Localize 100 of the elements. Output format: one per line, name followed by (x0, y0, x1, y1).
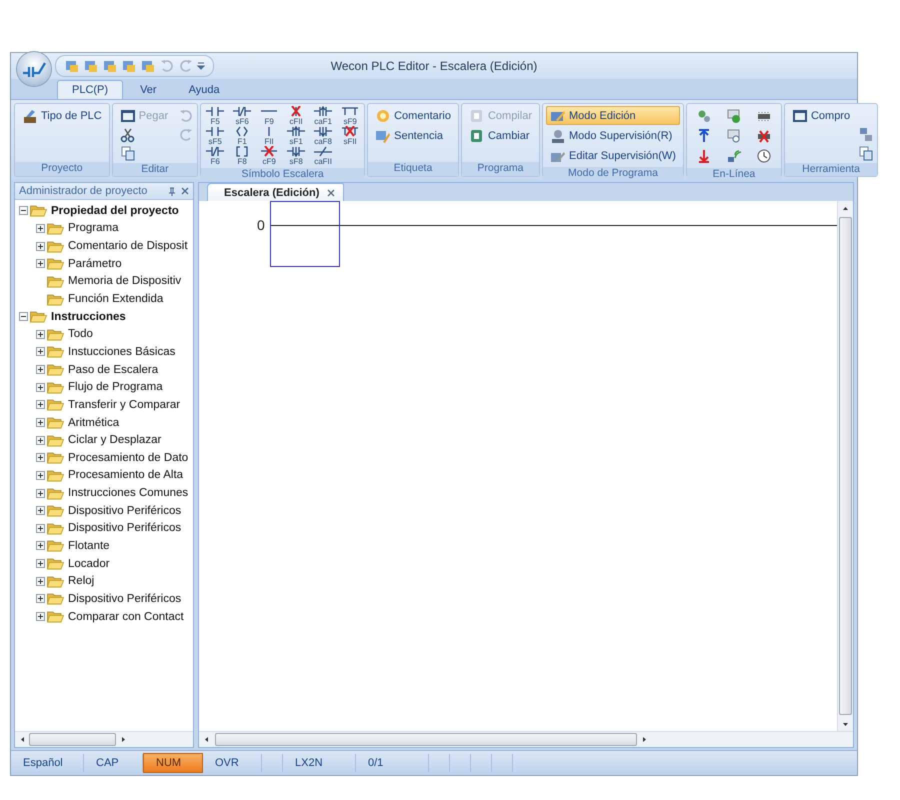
ribbon-button[interactable]: Cambiar (464, 126, 536, 145)
document-tab[interactable]: Escalera (Edición) (207, 183, 344, 201)
vertical-scrollbar[interactable] (837, 201, 853, 731)
expand-icon[interactable] (36, 488, 45, 498)
horizontal-scrollbar[interactable] (199, 731, 853, 747)
ribbon-button[interactable]: Sentencia (371, 126, 455, 145)
ladder-symbol-button[interactable]: caFII (312, 146, 334, 166)
tree-item[interactable]: Instrucciones Comunes (68, 487, 188, 500)
tree-item[interactable]: Transferir y Comparar (68, 398, 180, 411)
ladder-symbol-button[interactable]: sF5 (204, 126, 226, 146)
ribbon-button[interactable]: Compro (788, 106, 854, 125)
expand-icon[interactable] (36, 436, 45, 445)
expand-icon[interactable] (36, 612, 45, 622)
expand-icon[interactable] (36, 506, 45, 516)
tree-item[interactable]: Procesamiento de Alta (68, 469, 184, 482)
tree-item[interactable]: Dispositivo Periféricos (68, 592, 182, 605)
ladder-symbol-button[interactable]: caF8 (312, 126, 334, 146)
signal-icon[interactable] (726, 148, 742, 164)
ladder-symbol-button[interactable]: F6 (204, 146, 226, 166)
ladder-symbol-button[interactable]: sF6 (231, 106, 254, 126)
tree-item[interactable]: Paso de Escalera (68, 364, 158, 376)
ladder-symbol-button[interactable]: cF9 (258, 146, 280, 166)
expand-icon[interactable] (36, 382, 45, 392)
tree-item[interactable]: Función Extendida (68, 293, 164, 306)
ribbon-button[interactable]: Editar Supervisión(W) (546, 146, 680, 165)
group-label: Herramienta (784, 163, 878, 176)
ladder-symbol-button[interactable]: FII (258, 126, 280, 146)
status-text: LX2N (283, 754, 356, 772)
tree-item[interactable]: Instrucciones (51, 310, 126, 323)
scissors-icon[interactable] (120, 127, 136, 143)
tree-item[interactable]: Locador (68, 558, 110, 570)
expand-icon[interactable] (36, 259, 45, 268)
tree-item[interactable]: Dispositivo Periféricos (68, 522, 182, 534)
ladder-symbol-button[interactable]: cFII (285, 106, 308, 126)
expand-icon[interactable] (36, 365, 45, 374)
close-icon[interactable] (327, 188, 336, 196)
ladder-symbol-button[interactable]: F5 (204, 106, 226, 126)
tree-item[interactable]: Programa (68, 222, 118, 234)
ribbon-button[interactable]: Comentario (371, 106, 455, 125)
ladder-symbol-button[interactable]: sFII (339, 126, 362, 146)
ribbon-button[interactable]: Modo Supervisión(R) (546, 126, 680, 145)
expand-icon[interactable] (36, 559, 45, 568)
group-label: En-Línea (686, 168, 781, 180)
expand-icon[interactable] (36, 224, 45, 233)
ribbon-tab[interactable]: Ayuda (174, 80, 235, 99)
ladder-symbol-button[interactable]: F8 (231, 146, 254, 166)
clock-icon[interactable] (756, 148, 772, 164)
expand-icon[interactable] (36, 347, 45, 356)
tree-item[interactable]: Procesamiento de Dato (68, 452, 188, 464)
tree-item[interactable]: Flujo de Programa (68, 381, 163, 394)
expand-icon[interactable] (36, 524, 45, 533)
chip-delete-icon[interactable] (756, 128, 772, 144)
ladder-symbol-button[interactable]: sF9 (339, 106, 362, 126)
tree-item[interactable]: Reloj (68, 575, 94, 588)
ladder-symbol-button[interactable]: caF1 (312, 106, 334, 126)
expand-icon[interactable] (36, 400, 45, 410)
pin-icon[interactable] (168, 186, 176, 196)
tree-item[interactable]: Flotante (68, 540, 110, 552)
expand-icon[interactable] (36, 594, 45, 604)
expand-icon[interactable] (36, 541, 45, 550)
scroll-right-arrow-icon[interactable] (120, 737, 126, 742)
expand-icon[interactable] (36, 576, 45, 586)
tree-item[interactable]: Aritmética (68, 416, 120, 428)
scroll-left-arrow-icon[interactable] (20, 737, 24, 742)
tree-item[interactable]: Instucciones Básicas (68, 346, 176, 358)
ladder-symbol-button[interactable]: F9 (258, 106, 280, 126)
copy-icon[interactable] (120, 145, 136, 161)
copy-icon[interactable] (858, 145, 874, 161)
ladder-symbol-button[interactable]: sF1 (285, 126, 308, 146)
app-orb-button[interactable] (17, 52, 51, 86)
expand-icon[interactable] (36, 470, 45, 480)
tree-item[interactable]: Dispositivo Periféricos (68, 504, 182, 517)
tree-item[interactable]: Comparar con Contact (68, 610, 184, 623)
tree-item[interactable]: Comentario de Disposit (68, 240, 188, 252)
ladder-symbol-button[interactable]: sF8 (285, 146, 308, 166)
ribbon-tab[interactable]: PLC(P) (57, 80, 124, 99)
scroll-left-arrow-icon[interactable] (204, 737, 208, 742)
expand-icon[interactable] (36, 330, 45, 339)
ribbon-tab[interactable]: Ver (125, 80, 172, 99)
ladder-symbol-button[interactable]: F1 (231, 126, 254, 146)
ribbon-button[interactable]: Tipo de PLC (18, 106, 106, 125)
tree-item[interactable]: Todo (68, 328, 93, 340)
scroll-right-arrow-icon[interactable] (642, 737, 646, 742)
tree-item[interactable]: Parámetro (68, 258, 122, 270)
collapse-icon[interactable] (19, 312, 28, 322)
dropdown-icon[interactable] (197, 61, 205, 71)
scroll-down-arrow-icon[interactable] (843, 722, 848, 726)
tree-item[interactable]: Memoria de Dispositiv (68, 275, 182, 288)
ribbon-button[interactable]: Modo Edición (546, 106, 680, 125)
collapse-icon[interactable] (19, 206, 28, 216)
expand-icon[interactable] (36, 453, 45, 462)
tree-item[interactable]: Ciclar y Desplazar (68, 434, 162, 446)
ladder-editor[interactable]: 0 (199, 201, 837, 731)
close-icon[interactable] (181, 187, 189, 195)
horizontal-scrollbar[interactable] (15, 731, 193, 747)
expand-icon[interactable] (36, 418, 45, 427)
expand-icon[interactable] (36, 242, 45, 251)
tree-item[interactable]: Propiedad del proyecto (51, 204, 179, 217)
ladder-symbol-icon (233, 106, 252, 117)
scroll-up-arrow-icon[interactable] (843, 206, 848, 210)
